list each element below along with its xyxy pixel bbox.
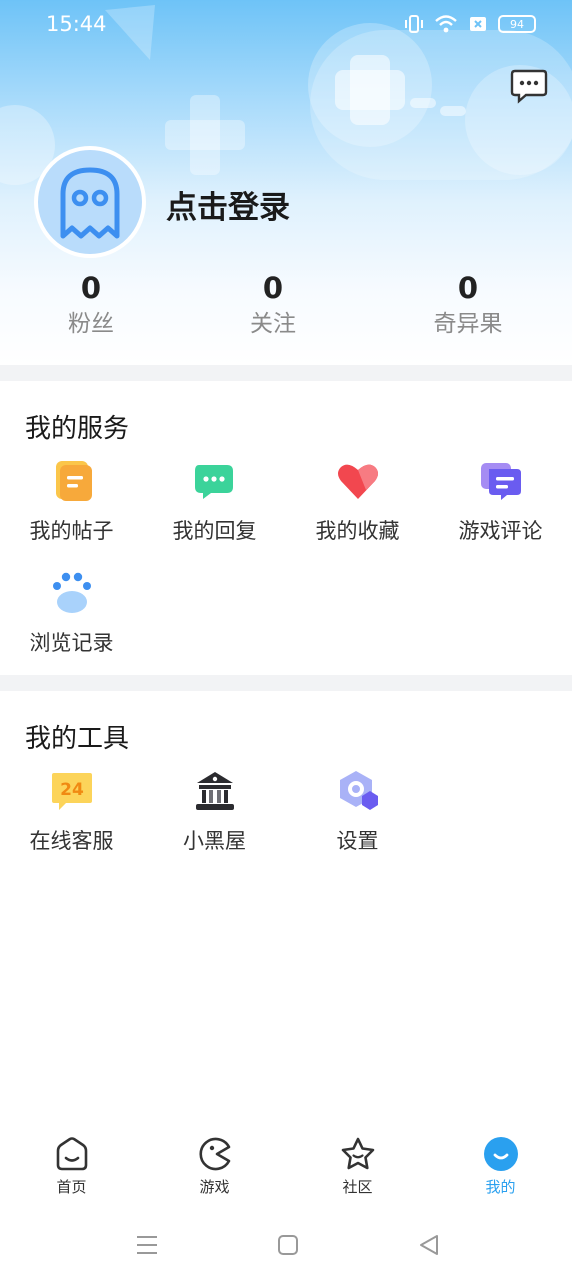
services-title: 我的服务 [25, 414, 130, 444]
stat-label: 粉丝 [68, 311, 114, 337]
grid-label: 小黑屋 [183, 829, 246, 853]
grid-label: 我的回复 [172, 519, 257, 543]
jail-house-icon [195, 772, 234, 810]
nav-label: 社区 [342, 1178, 373, 1196]
stat-fans[interactable]: 0 粉丝 [21, 270, 161, 342]
reply-icon [194, 465, 233, 499]
home-square-icon[interactable] [275, 1232, 301, 1258]
grid-label: 我的帖子 [29, 519, 114, 543]
section-divider [0, 675, 572, 691]
posts-icon [55, 461, 92, 501]
stat-value: 0 [457, 271, 479, 305]
settings-hex-icon [339, 771, 378, 810]
nav-label: 我的 [485, 1178, 516, 1196]
tool-blackhouse[interactable]: 小黑屋 [143, 769, 286, 869]
service-my-replies[interactable]: 我的回复 [143, 459, 286, 559]
battery-icon: 94 [498, 15, 536, 33]
paw-history-icon [52, 572, 91, 613]
section-divider [0, 365, 572, 381]
game-pacman-icon [199, 1137, 230, 1171]
nav-community[interactable]: 社区 [286, 1130, 429, 1200]
service-my-posts[interactable]: 我的帖子 [0, 459, 143, 559]
grid-label: 游戏评论 [458, 519, 543, 543]
nav-label: 游戏 [199, 1178, 230, 1196]
profile-stats: 0 粉丝 0 关注 0 奇异果 [0, 270, 572, 350]
bottom-nav: 首页 游戏 社区 我的 [0, 1130, 572, 1200]
stat-label: 奇异果 [433, 311, 503, 337]
nav-me[interactable]: 我的 [429, 1130, 572, 1200]
avatar[interactable] [34, 146, 146, 258]
nav-games[interactable]: 游戏 [143, 1130, 286, 1200]
ghost-avatar-icon [60, 167, 120, 239]
nav-label: 首页 [56, 1178, 87, 1196]
home-icon [56, 1137, 87, 1171]
menu-icon[interactable] [134, 1232, 160, 1258]
community-star-icon [341, 1137, 374, 1170]
plus-decoration [165, 95, 245, 175]
tool-online-support[interactable]: 24 在线客服 [0, 769, 143, 869]
login-prompt[interactable]: 点击登录 [166, 182, 290, 227]
tools-title: 我的工具 [25, 724, 130, 754]
nav-home[interactable]: 首页 [0, 1130, 143, 1200]
service-game-comments[interactable]: 游戏评论 [429, 459, 572, 559]
me-icon [483, 1137, 518, 1171]
service-browse-history[interactable]: 浏览记录 [0, 571, 143, 671]
system-nav-bar [0, 1222, 572, 1268]
game-comment-icon [480, 463, 521, 500]
grid-label: 我的收藏 [315, 519, 400, 543]
status-time: 15:44 [46, 12, 107, 36]
no-sim-icon [470, 17, 486, 31]
stat-following[interactable]: 0 关注 [203, 270, 343, 342]
tool-settings[interactable]: 设置 [286, 769, 429, 869]
service-my-favorites[interactable]: 我的收藏 [286, 459, 429, 559]
stat-label: 关注 [250, 311, 296, 337]
back-triangle-icon[interactable] [416, 1232, 442, 1258]
grid-label: 设置 [336, 829, 379, 853]
support-badge-text: 24 [60, 780, 84, 800]
stat-value: 0 [262, 271, 284, 305]
stat-kiwi[interactable]: 0 奇异果 [398, 270, 538, 342]
wifi-icon [435, 15, 457, 33]
vibrate-icon [405, 15, 423, 33]
status-bar: 15:44 94 [0, 0, 572, 52]
message-bubble-icon[interactable] [510, 68, 548, 104]
grid-label: 在线客服 [29, 829, 114, 853]
battery-level: 94 [510, 17, 524, 31]
status-icons: 94 [404, 14, 536, 34]
grid-label: 浏览记录 [29, 631, 114, 655]
support-24-icon: 24 [51, 773, 92, 810]
favorite-heart-icon [337, 464, 378, 499]
stat-value: 0 [80, 271, 102, 305]
